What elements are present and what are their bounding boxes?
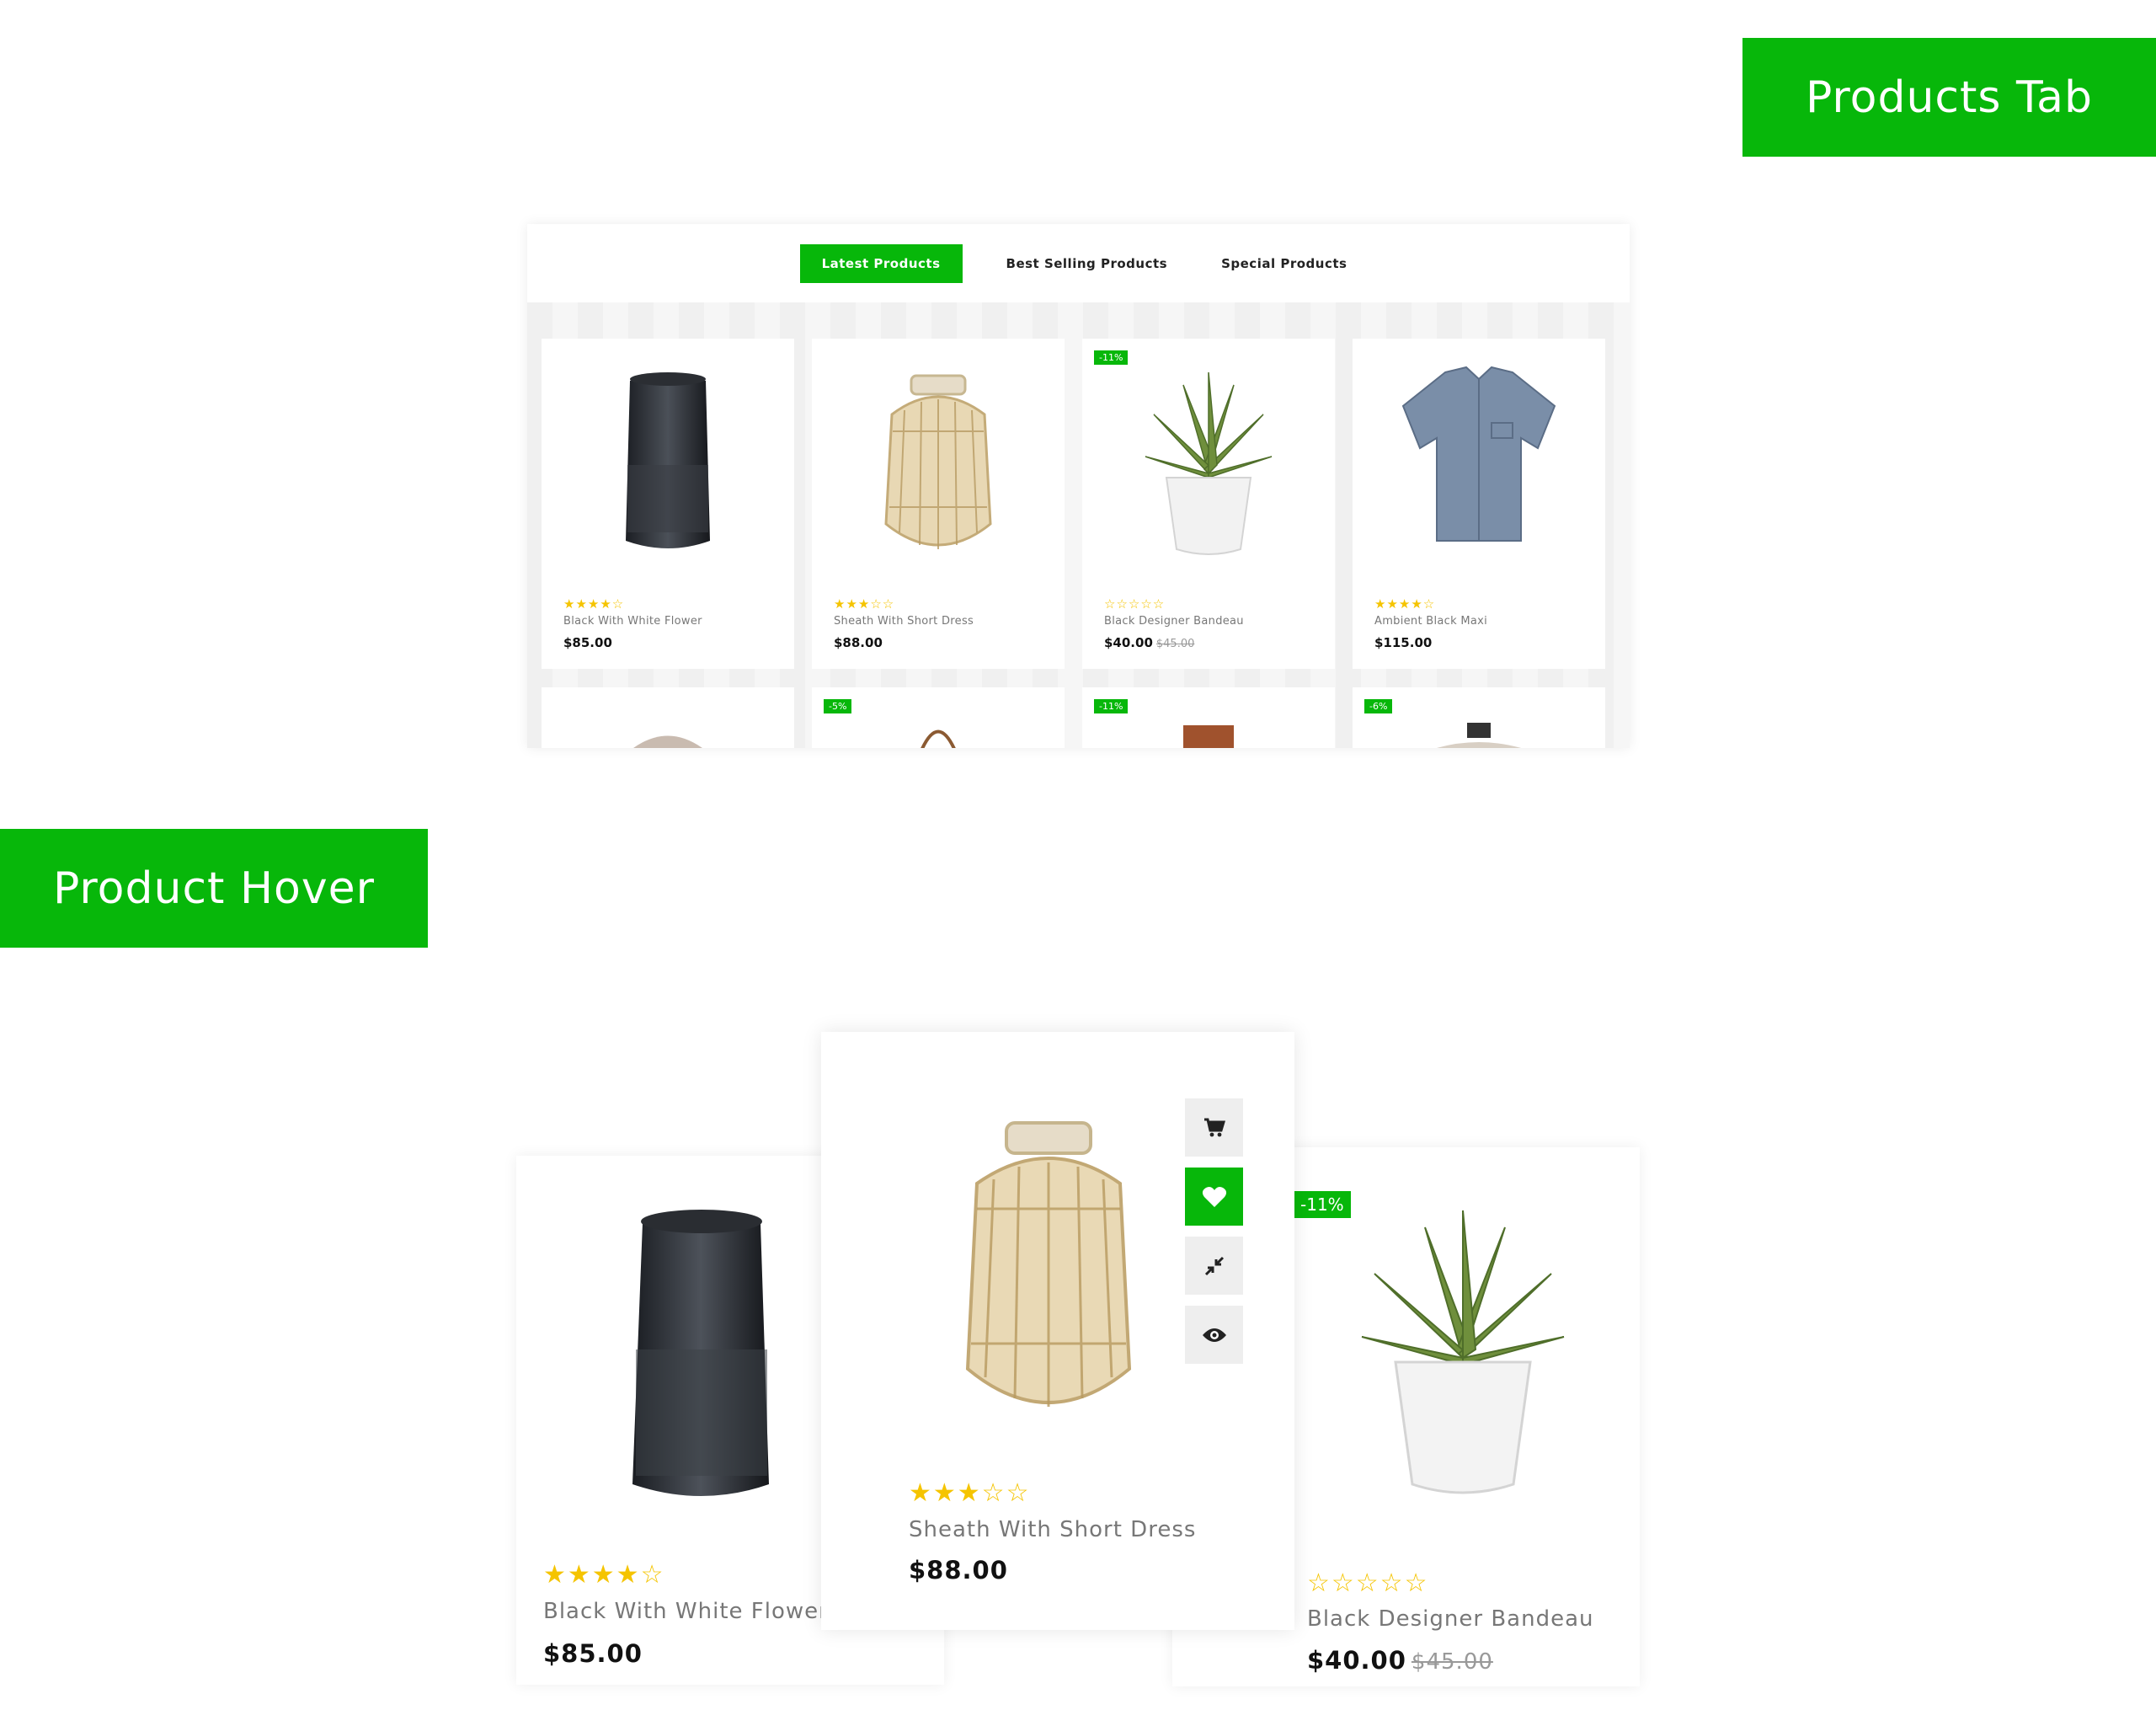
- product-price: $85.00: [543, 1639, 643, 1668]
- price-value: $85.00: [543, 1639, 643, 1668]
- price-value: $85.00: [563, 635, 612, 650]
- product-name[interactable]: Black Designer Bandeau: [1307, 1606, 1594, 1632]
- discount-badge: -6%: [1364, 699, 1393, 713]
- price-value: $88.00: [834, 635, 883, 650]
- quick-view-button[interactable]: [1185, 1306, 1243, 1364]
- speaker-image: [626, 372, 710, 548]
- product-card[interactable]: -11% ☆☆☆☆☆ Black Designer Bandeau $40.00…: [1082, 339, 1335, 669]
- price-value: $88.00: [909, 1556, 1008, 1584]
- product-card[interactable]: ★★★★☆ Ambient Black Maxi $115.00: [1353, 339, 1605, 669]
- product-card[interactable]: ★★★★☆ Black With White Flower $85.00: [542, 339, 794, 669]
- lantern-image: [884, 374, 992, 549]
- cart-icon: [1203, 1118, 1225, 1136]
- product-name[interactable]: Sheath With Short Dress: [834, 615, 974, 628]
- compare-button[interactable]: [1185, 1237, 1243, 1295]
- discount-badge: -11%: [1094, 699, 1129, 713]
- product-card[interactable]: [542, 687, 794, 748]
- rating-stars: ★★★★☆: [543, 1561, 665, 1589]
- product-name[interactable]: Black Designer Bandeau: [1104, 615, 1244, 628]
- rating-stars: ★★★☆☆: [909, 1479, 1031, 1507]
- product-image: [633, 735, 702, 748]
- tab-best-selling-products[interactable]: Best Selling Products: [996, 244, 1178, 283]
- old-price: $45.00: [1411, 1649, 1493, 1675]
- price-value: $40.00: [1307, 1646, 1406, 1675]
- product-card[interactable]: -6%: [1353, 687, 1605, 748]
- tab-special-products[interactable]: Special Products: [1211, 244, 1357, 283]
- add-to-wishlist-button[interactable]: [1185, 1168, 1243, 1226]
- compare-icon: [1204, 1256, 1224, 1275]
- plant-image: [1145, 371, 1273, 555]
- rating-stars: ★★★☆☆: [834, 597, 895, 612]
- eye-icon: [1202, 1328, 1226, 1342]
- rating-stars: ★★★★☆: [1374, 597, 1436, 612]
- wallet-image: [1183, 725, 1234, 748]
- old-price: $45.00: [1155, 638, 1195, 650]
- discount-badge: -5%: [824, 699, 852, 713]
- products-tab-preview: Latest Products Best Selling Products Sp…: [527, 224, 1630, 748]
- product-price: $85.00: [563, 635, 612, 650]
- shirt-image: [1401, 366, 1556, 542]
- product-price: $40.00 $45.00: [1307, 1646, 1493, 1675]
- product-hover-banner: Product Hover: [0, 829, 428, 948]
- product-name[interactable]: Black With White Flower: [543, 1599, 829, 1624]
- bag-image: [921, 729, 956, 748]
- discount-badge: -11%: [1094, 350, 1129, 365]
- product-name[interactable]: Ambient Black Maxi: [1374, 615, 1487, 628]
- price-value: $40.00: [1104, 635, 1153, 650]
- product-name[interactable]: Black With White Flower: [563, 615, 702, 628]
- product-card[interactable]: ★★★☆☆ Sheath With Short Dress $88.00: [812, 339, 1065, 669]
- jar-image: [1436, 723, 1522, 748]
- add-to-cart-button[interactable]: [1185, 1098, 1243, 1157]
- product-card[interactable]: -5%: [812, 687, 1065, 748]
- tab-bar: Latest Products Best Selling Products Sp…: [527, 224, 1630, 302]
- product-price: $88.00: [909, 1556, 1008, 1584]
- price-value: $115.00: [1374, 635, 1433, 650]
- product-price: $115.00: [1374, 635, 1432, 650]
- product-price: $88.00: [834, 635, 883, 650]
- products-tab-banner: Products Tab: [1742, 38, 2156, 157]
- rating-stars: ★★★★☆: [563, 597, 625, 612]
- product-price: $40.00 $45.00: [1104, 635, 1194, 650]
- tab-latest-products[interactable]: Latest Products: [799, 243, 963, 283]
- heart-icon: [1202, 1186, 1226, 1207]
- lantern-image: [965, 1121, 1132, 1407]
- product-card[interactable]: -11%: [1082, 687, 1335, 748]
- rating-stars: ☆☆☆☆☆: [1104, 597, 1166, 612]
- rating-stars: ☆☆☆☆☆: [1307, 1569, 1429, 1597]
- product-name[interactable]: Sheath With Short Dress: [909, 1517, 1196, 1542]
